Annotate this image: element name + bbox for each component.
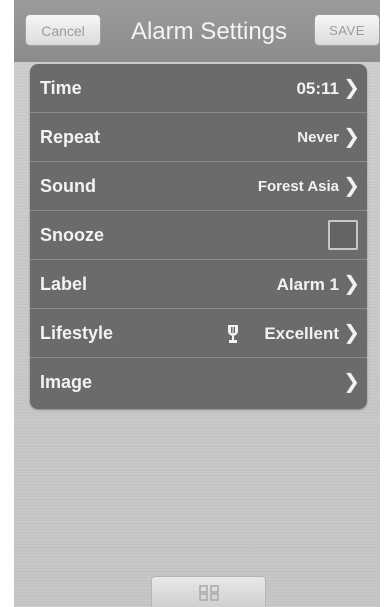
snooze-row: Snooze xyxy=(30,211,367,260)
lifestyle-value: Excellent xyxy=(264,324,339,343)
chevron-right-icon: ❯ xyxy=(343,371,360,393)
snooze-label: Snooze xyxy=(40,225,105,245)
label-label: Label xyxy=(40,274,88,294)
time-row[interactable]: Time 05:11 ❯ xyxy=(30,64,367,113)
chevron-right-icon: ❯ xyxy=(343,175,360,197)
save-button[interactable]: SAVE xyxy=(314,14,380,46)
title-bar: Cancel Alarm Settings SAVE xyxy=(14,0,380,62)
lifestyle-row[interactable]: Lifestyle Excellent ❯ xyxy=(30,309,367,358)
chevron-right-icon: ❯ xyxy=(343,77,360,99)
lifestyle-label: Lifestyle xyxy=(40,323,114,343)
time-value: 05:11 xyxy=(296,79,339,98)
sound-value: Forest Asia xyxy=(257,178,339,195)
sound-row[interactable]: Sound Forest Asia ❯ xyxy=(30,162,367,211)
sound-label: Sound xyxy=(40,176,96,196)
repeat-value: Never xyxy=(297,129,339,146)
label-value: Alarm 1 xyxy=(276,275,339,294)
page-title: Alarm Settings xyxy=(130,18,288,45)
settings-list: Time 05:11 ❯ Repeat Never ❯ Sound Forest… xyxy=(30,64,367,409)
label-row[interactable]: Label Alarm 1 ❯ xyxy=(30,260,367,309)
snooze-checkbox[interactable] xyxy=(328,220,358,250)
repeat-row[interactable]: Repeat Never ❯ xyxy=(30,113,367,162)
time-label: Time xyxy=(40,78,82,98)
alarm-settings-screen: Cancel Alarm Settings SAVE Time 05:11 ❯ … xyxy=(14,0,380,607)
chevron-right-icon: ❯ xyxy=(343,126,360,148)
grid-icon xyxy=(199,585,219,601)
cancel-button[interactable]: Cancel xyxy=(25,14,101,46)
image-label: Image xyxy=(40,372,93,392)
chevron-right-icon: ❯ xyxy=(343,322,360,344)
bottom-drawer-handle[interactable] xyxy=(151,576,266,607)
repeat-label: Repeat xyxy=(40,127,101,147)
image-row[interactable]: Image ❯ xyxy=(30,358,367,409)
chevron-right-icon: ❯ xyxy=(343,273,360,295)
trophy-icon xyxy=(228,325,238,343)
